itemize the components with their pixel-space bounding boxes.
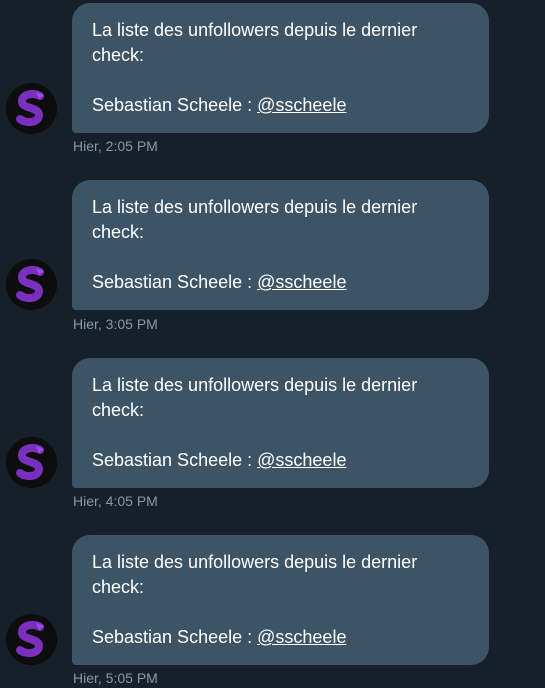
message-timestamp: Hier, 4:05 PM xyxy=(73,493,158,509)
unfollower-handle-link[interactable]: @sscheele xyxy=(257,627,346,647)
message-bubble: La liste des unfollowers depuis le derni… xyxy=(72,358,489,488)
message-timestamp: Hier, 2:05 PM xyxy=(73,138,158,154)
avatar[interactable] xyxy=(6,614,57,665)
message-bubble: La liste des unfollowers depuis le derni… xyxy=(72,3,489,133)
message-item: La liste des unfollowers depuis le derni… xyxy=(0,3,545,181)
unfollower-line: Sebastian Scheele : @sscheele xyxy=(92,270,469,295)
unfollower-name: Sebastian Scheele : xyxy=(92,450,253,470)
avatar[interactable] xyxy=(6,259,57,310)
message-item: La liste des unfollowers depuis le derni… xyxy=(0,180,545,358)
message-text: La liste des unfollowers depuis le derni… xyxy=(92,375,418,420)
unfollower-handle-link[interactable]: @sscheele xyxy=(257,272,346,292)
unfollower-line: Sebastian Scheele : @sscheele xyxy=(92,93,469,118)
message-item: La liste des unfollowers depuis le derni… xyxy=(0,358,545,536)
purple-s-logo-icon xyxy=(6,83,57,134)
message-thread: La liste des unfollowers depuis le derni… xyxy=(0,0,545,688)
purple-s-logo-icon xyxy=(6,437,57,488)
message-text: La liste des unfollowers depuis le derni… xyxy=(92,552,418,597)
unfollower-handle-link[interactable]: @sscheele xyxy=(257,95,346,115)
avatar[interactable] xyxy=(6,83,57,134)
unfollower-handle-link[interactable]: @sscheele xyxy=(257,450,346,470)
message-bubble: La liste des unfollowers depuis le derni… xyxy=(72,535,489,665)
message-timestamp: Hier, 3:05 PM xyxy=(73,316,158,332)
unfollower-line: Sebastian Scheele : @sscheele xyxy=(92,448,469,473)
message-text: La liste des unfollowers depuis le derni… xyxy=(92,197,418,242)
message-text: La liste des unfollowers depuis le derni… xyxy=(92,20,418,65)
unfollower-name: Sebastian Scheele : xyxy=(92,95,253,115)
purple-s-logo-icon xyxy=(6,614,57,665)
unfollower-name: Sebastian Scheele : xyxy=(92,272,253,292)
message-bubble: La liste des unfollowers depuis le derni… xyxy=(72,180,489,310)
purple-s-logo-icon xyxy=(6,259,57,310)
message-item: La liste des unfollowers depuis le derni… xyxy=(0,535,545,688)
avatar[interactable] xyxy=(6,437,57,488)
unfollower-name: Sebastian Scheele : xyxy=(92,627,253,647)
message-timestamp: Hier, 5:05 PM xyxy=(73,670,158,686)
unfollower-line: Sebastian Scheele : @sscheele xyxy=(92,625,469,650)
